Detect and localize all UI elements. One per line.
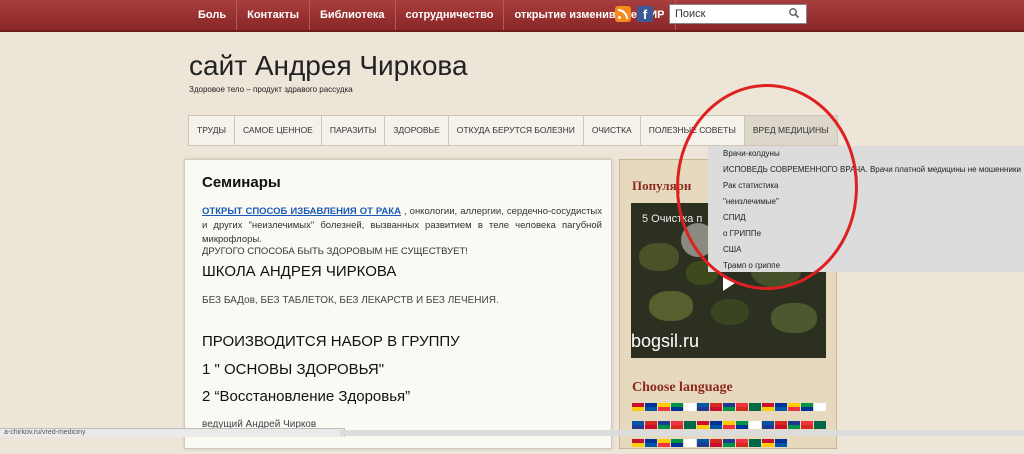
nav-item-works[interactable]: ТРУДЫ <box>189 116 235 145</box>
flag-icon[interactable] <box>671 421 683 429</box>
flag-icon[interactable] <box>710 421 722 429</box>
flag-icon[interactable] <box>788 421 800 429</box>
language-heading: Choose language <box>632 380 733 395</box>
flag-icon[interactable] <box>671 403 683 411</box>
cancer-cure-link[interactable]: ОТКРЫТ СПОСОБ ИЗБАВЛЕНИЯ ОТ РАКА <box>202 206 401 217</box>
flag-icon[interactable] <box>710 439 722 447</box>
language-flags <box>632 400 827 454</box>
nav-item-health[interactable]: ЗДОРОВЬЕ <box>385 116 449 145</box>
course-2: 2 “Восстановление Здоровья” <box>202 388 411 405</box>
main-content: Семинары ОТКРЫТ СПОСОБ ИЗБАВЛЕНИЯ ОТ РАК… <box>184 159 612 449</box>
flag-icon[interactable] <box>814 421 826 429</box>
flag-icon[interactable] <box>671 439 683 447</box>
flag-icon[interactable] <box>645 439 657 447</box>
flag-icon[interactable] <box>749 403 761 411</box>
stone-shape <box>771 303 817 333</box>
annotation-circle <box>676 84 858 290</box>
flag-icon[interactable] <box>749 439 761 447</box>
flag-icon[interactable] <box>723 421 735 429</box>
flag-icon[interactable] <box>736 421 748 429</box>
top-nav: Боль Контакты Библиотека сотрудничество … <box>188 0 676 30</box>
flag-icon[interactable] <box>788 403 800 411</box>
nav-item-cleansing[interactable]: ОЧИСТКА <box>584 116 641 145</box>
flag-icon[interactable] <box>736 439 748 447</box>
flag-icon[interactable] <box>697 403 709 411</box>
flag-icon[interactable] <box>723 403 735 411</box>
site-title[interactable]: сайт Андрея Чиркова <box>189 50 468 82</box>
flag-icon[interactable] <box>723 439 735 447</box>
search-icon[interactable] <box>788 7 800 19</box>
nav-item-disease-origin[interactable]: ОТКУДА БЕРУТСЯ БОЛЕЗНИ <box>449 116 584 145</box>
flag-icon[interactable] <box>801 403 813 411</box>
topnav-item-contacts[interactable]: Контакты <box>237 0 310 30</box>
flag-icon[interactable] <box>632 421 644 429</box>
stone-shape <box>711 299 749 325</box>
intro-paragraph: ОТКРЫТ СПОСОБ ИЗБАВЛЕНИЯ ОТ РАКА , онкол… <box>202 205 602 247</box>
flag-icon[interactable] <box>632 403 644 411</box>
top-bar: Боль Контакты Библиотека сотрудничество … <box>0 0 1024 32</box>
flag-icon[interactable] <box>775 439 787 447</box>
flag-icon[interactable] <box>684 421 696 429</box>
flag-icon[interactable] <box>658 439 670 447</box>
flag-icon[interactable] <box>645 421 657 429</box>
horizontal-scrollbar[interactable] <box>340 430 1024 436</box>
no-other-way-text: ДРУГОГО СПОСОБА БЫТЬ ЗДОРОВЫМ НЕ СУЩЕСТВ… <box>202 246 468 257</box>
school-heading: ШКОЛА АНДРЕЯ ЧИРКОВА <box>202 263 397 280</box>
flag-icon[interactable] <box>762 439 774 447</box>
content-heading: Семинары <box>202 174 281 191</box>
no-meds-text: БЕЗ БАДов, БЕЗ ТАБЛЕТОК, БЕЗ ЛЕКАРСТВ И … <box>202 295 499 306</box>
facebook-icon[interactable]: f <box>637 6 653 22</box>
rss-icon[interactable] <box>615 6 631 22</box>
topnav-item-library[interactable]: Библиотека <box>310 0 396 30</box>
flag-icon[interactable] <box>775 403 787 411</box>
flag-icon[interactable] <box>762 403 774 411</box>
search-input[interactable]: Поиск <box>669 4 807 24</box>
flag-icon[interactable] <box>632 439 644 447</box>
recruit-heading: ПРОИЗВОДИТСЯ НАБОР В ГРУППУ <box>202 333 460 350</box>
topnav-item-cooperation[interactable]: сотрудничество <box>396 0 505 30</box>
stone-shape <box>649 291 693 321</box>
flag-icon[interactable] <box>684 403 696 411</box>
stone-shape <box>639 243 679 271</box>
flag-icon[interactable] <box>749 421 761 429</box>
flag-icon[interactable] <box>710 403 722 411</box>
course-1: 1 " ОСНОВЫ ЗДОРОВЬЯ" <box>202 361 385 378</box>
flag-icon[interactable] <box>645 403 657 411</box>
flag-icon[interactable] <box>736 403 748 411</box>
flag-icon[interactable] <box>814 403 826 411</box>
nav-item-most-valuable[interactable]: САМОЕ ЦЕННОЕ <box>235 116 322 145</box>
flag-icon[interactable] <box>801 421 813 429</box>
site-tagline: Здоровое тело – продукт здравого рассудк… <box>189 85 353 94</box>
flag-icon[interactable] <box>697 439 709 447</box>
nav-item-parasites[interactable]: ПАРАЗИТЫ <box>322 116 386 145</box>
topnav-item-pain[interactable]: Боль <box>188 0 238 30</box>
video-watermark: bogsil.ru <box>631 331 700 351</box>
flag-icon[interactable] <box>762 421 774 429</box>
flag-icon[interactable] <box>697 421 709 429</box>
flag-icon[interactable] <box>775 421 787 429</box>
flag-icon[interactable] <box>658 403 670 411</box>
flag-icon[interactable] <box>684 439 696 447</box>
flag-icon[interactable] <box>658 421 670 429</box>
